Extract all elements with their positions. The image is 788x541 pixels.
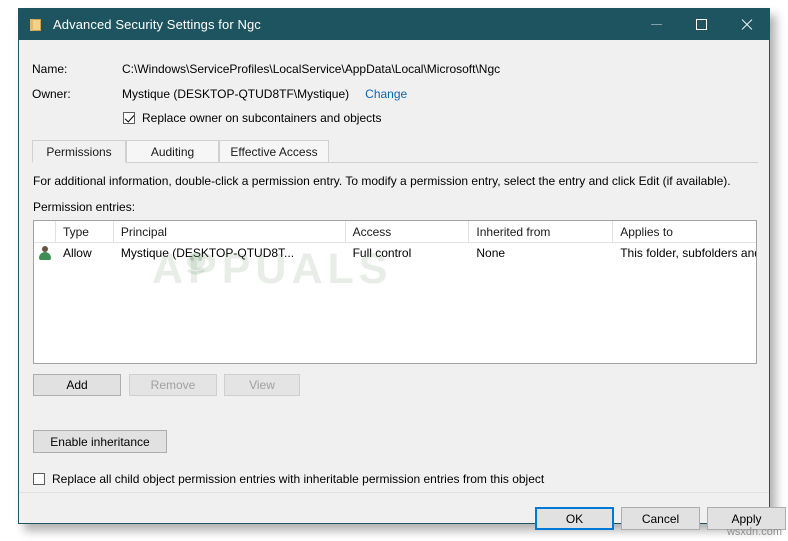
- checkbox-box-unchecked[interactable]: [33, 473, 45, 485]
- cell-principal: Mystique (DESKTOP-QTUD8T...: [120, 246, 295, 260]
- ok-button[interactable]: OK: [535, 507, 614, 530]
- apply-button-label: Apply: [731, 511, 762, 526]
- permission-entries-label: Permission entries:: [33, 200, 136, 214]
- cancel-button[interactable]: Cancel: [621, 507, 700, 530]
- ok-button-label: OK: [565, 511, 584, 526]
- permission-entries-list[interactable]: Type Principal Access Inherited from App…: [33, 220, 757, 364]
- info-text: For additional information, double-click…: [33, 174, 731, 188]
- replace-child-permissions-label: Replace all child object permission entr…: [52, 472, 545, 486]
- folder-icon: [30, 18, 43, 32]
- cell-access: Full control: [352, 246, 412, 260]
- table-body: APPUALS Allow Mystique (DESKTOP-QTUD8T..…: [34, 243, 756, 293]
- checkbox-box-checked[interactable]: [123, 112, 135, 124]
- owner-label: Owner:: [32, 87, 71, 101]
- cell-inherited-from: None: [476, 246, 506, 260]
- column-header-type[interactable]: Type: [56, 221, 114, 242]
- enable-inheritance-button[interactable]: Enable inheritance: [33, 430, 167, 453]
- column-header-principal[interactable]: Principal: [114, 221, 346, 242]
- tab-auditing[interactable]: Auditing: [126, 140, 219, 163]
- owner-value: Mystique (DESKTOP-QTUD8TF\Mystique): [122, 87, 350, 101]
- enable-inheritance-label: Enable inheritance: [50, 434, 150, 449]
- tab-auditing-label: Auditing: [150, 144, 195, 159]
- cell-applies-to: This folder, subfolders and files: [620, 246, 756, 260]
- change-owner-link[interactable]: Change: [365, 87, 407, 101]
- user-icon: [38, 246, 52, 260]
- replace-child-permissions-checkbox[interactable]: Replace all child object permission entr…: [33, 472, 544, 486]
- remove-button: Remove: [129, 374, 217, 396]
- column-header-access[interactable]: Access: [346, 221, 470, 242]
- caption-button-group: [634, 9, 769, 40]
- view-button-label: View: [249, 378, 275, 392]
- minimize-icon: [651, 24, 662, 25]
- replace-owner-label: Replace owner on subcontainers and objec…: [142, 111, 382, 125]
- name-label: Name:: [32, 62, 68, 76]
- maximize-icon: [696, 19, 707, 30]
- remove-button-label: Remove: [150, 378, 196, 392]
- tab-permissions[interactable]: Permissions: [32, 140, 126, 163]
- minimize-button[interactable]: [634, 9, 679, 40]
- tab-effective-access[interactable]: Effective Access: [219, 140, 329, 163]
- name-value: C:\Windows\ServiceProfiles\LocalService\…: [122, 62, 501, 76]
- table-header-row: Type Principal Access Inherited from App…: [34, 221, 756, 243]
- column-header-inherited-from[interactable]: Inherited from: [469, 221, 614, 242]
- tab-effective-access-label: Effective Access: [230, 144, 318, 159]
- advanced-security-settings-dialog: Advanced Security Settings for Ngc Name:…: [18, 8, 786, 530]
- table-row[interactable]: Allow Mystique (DESKTOP-QTUD8T... Full c…: [34, 243, 756, 263]
- footer-divider: [19, 492, 769, 493]
- row-user-icon-cell: [34, 246, 56, 260]
- close-icon: [740, 18, 753, 31]
- view-button: View: [224, 374, 300, 396]
- cell-type: Allow: [62, 246, 92, 260]
- cancel-button-label: Cancel: [641, 511, 680, 526]
- replace-owner-checkbox[interactable]: Replace owner on subcontainers and objec…: [123, 111, 381, 125]
- window-title: Advanced Security Settings for Ngc: [53, 17, 261, 32]
- owner-field-row: Owner: Mystique (DESKTOP-QTUD8TF\Mystiqu…: [32, 87, 407, 101]
- name-field-row: Name: C:\Windows\ServiceProfiles\LocalSe…: [32, 62, 500, 76]
- title-bar[interactable]: Advanced Security Settings for Ngc: [19, 9, 769, 40]
- close-button[interactable]: [724, 9, 769, 40]
- column-header-applies-to[interactable]: Applies to: [613, 221, 756, 242]
- maximize-button[interactable]: [679, 9, 724, 40]
- dialog-client-area: Name: C:\Windows\ServiceProfiles\LocalSe…: [19, 40, 786, 530]
- tab-permissions-label: Permissions: [46, 144, 112, 159]
- tab-strip: Permissions Auditing Effective Access: [32, 140, 758, 163]
- site-watermark: wsxdn.com: [726, 526, 782, 538]
- add-button[interactable]: Add: [33, 374, 121, 396]
- add-button-label: Add: [66, 378, 88, 392]
- column-header-icon[interactable]: [34, 221, 56, 242]
